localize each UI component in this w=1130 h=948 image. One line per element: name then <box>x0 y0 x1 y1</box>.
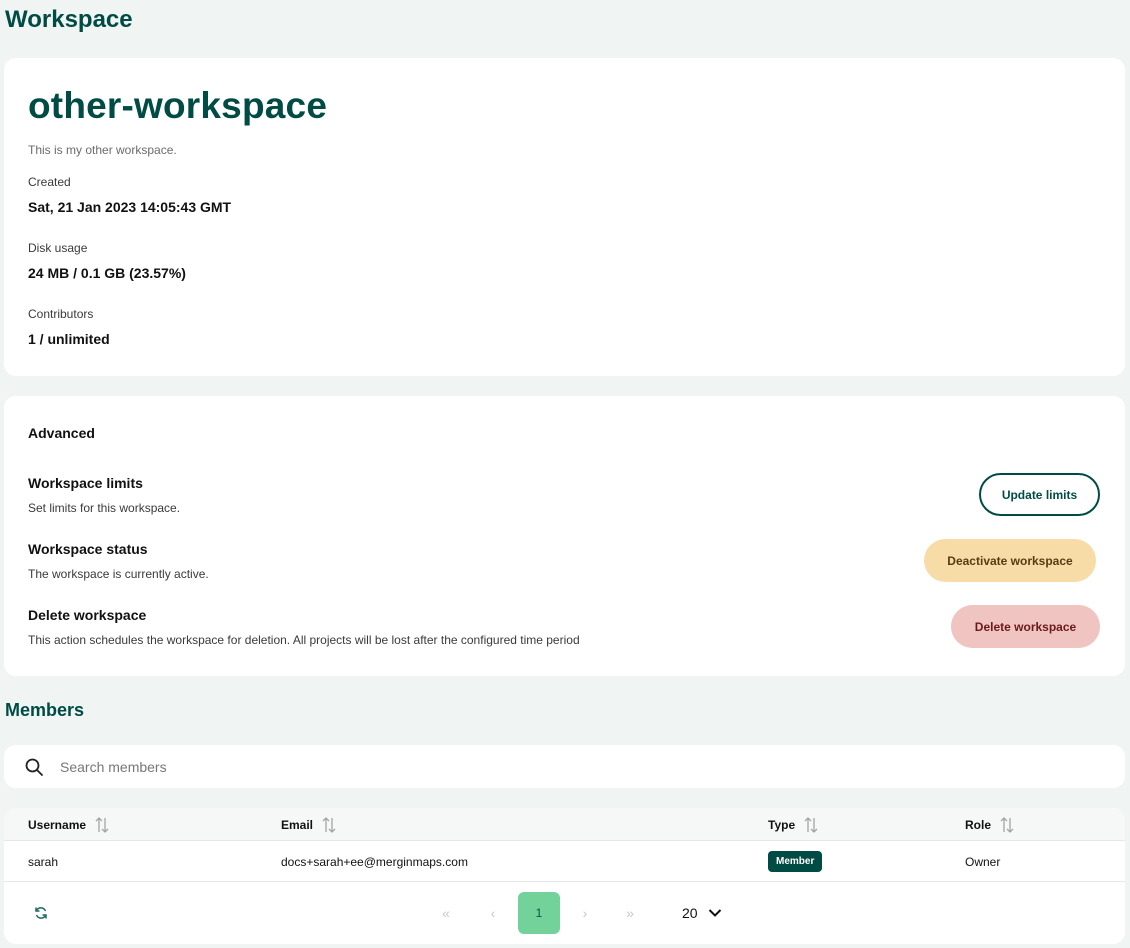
rows-per-page-value: 20 <box>682 905 698 921</box>
column-username-label: Username <box>28 817 87 832</box>
column-email-label: Email <box>281 817 314 832</box>
column-role-label: Role <box>965 817 992 832</box>
last-page-button[interactable]: » <box>609 892 651 934</box>
column-email[interactable]: Email <box>281 808 337 841</box>
workspace-limits-desc: Set limits for this workspace. <box>28 501 181 515</box>
delete-workspace-button[interactable]: Delete workspace <box>951 605 1100 648</box>
workspace-status-desc: The workspace is currently active. <box>28 567 209 581</box>
type-badge: Member <box>768 851 823 872</box>
first-page-button[interactable]: « <box>425 892 467 934</box>
members-table: Username Email Type Role sarah docs+sara… <box>4 808 1125 944</box>
column-username[interactable]: Username <box>28 808 110 841</box>
next-page-button[interactable]: › <box>564 892 606 934</box>
sort-icon <box>95 816 109 833</box>
cell-username: sarah <box>28 854 59 869</box>
members-search-box <box>4 745 1125 788</box>
column-role[interactable]: Role <box>965 808 1015 841</box>
created-label: Created <box>28 175 71 189</box>
workspace-name: other-workspace <box>28 85 328 126</box>
table-row[interactable]: sarah docs+sarah+ee@merginmaps.com Membe… <box>4 841 1125 882</box>
sort-icon <box>804 816 818 833</box>
column-type-label: Type <box>768 817 796 832</box>
sort-icon <box>322 816 336 833</box>
workspace-status-title: Workspace status <box>28 541 148 557</box>
cell-role: Owner <box>965 854 1001 869</box>
disk-usage-value: 24 MB / 0.1 GB (23.57%) <box>28 265 186 281</box>
cell-email: docs+sarah+ee@merginmaps.com <box>281 854 468 869</box>
page-1-button[interactable]: 1 <box>518 892 560 934</box>
workspace-limits-title: Workspace limits <box>28 475 143 491</box>
prev-page-button[interactable]: ‹ <box>472 892 514 934</box>
search-icon <box>25 758 43 776</box>
update-limits-button[interactable]: Update limits <box>979 473 1100 516</box>
refresh-icon[interactable] <box>34 906 48 920</box>
members-title: Members <box>5 700 85 720</box>
created-value: Sat, 21 Jan 2023 14:05:43 GMT <box>28 199 232 215</box>
deactivate-workspace-button[interactable]: Deactivate workspace <box>924 539 1096 582</box>
table-header: Username Email Type Role <box>4 808 1125 841</box>
column-type[interactable]: Type <box>768 808 819 841</box>
workspace-description: This is my other workspace. <box>28 143 177 157</box>
page-title: Workspace <box>5 6 133 33</box>
members-search-input[interactable] <box>60 745 960 788</box>
chevron-down-icon <box>708 909 721 917</box>
delete-workspace-title: Delete workspace <box>28 607 147 623</box>
advanced-card: Advanced Workspace limits Set limits for… <box>4 396 1125 676</box>
workspace-info-card: other-workspace This is my other workspa… <box>4 58 1125 376</box>
rows-per-page-select[interactable]: 20 <box>682 892 732 934</box>
sort-icon <box>1000 816 1014 833</box>
contributors-label: Contributors <box>28 307 94 321</box>
advanced-title: Advanced <box>28 425 95 441</box>
delete-workspace-desc: This action schedules the workspace for … <box>28 633 580 647</box>
cell-type: Member <box>768 841 823 882</box>
contributors-value: 1 / unlimited <box>28 331 110 347</box>
paginator: « ‹ 1 › » 20 <box>4 882 1125 944</box>
disk-usage-label: Disk usage <box>28 241 88 255</box>
